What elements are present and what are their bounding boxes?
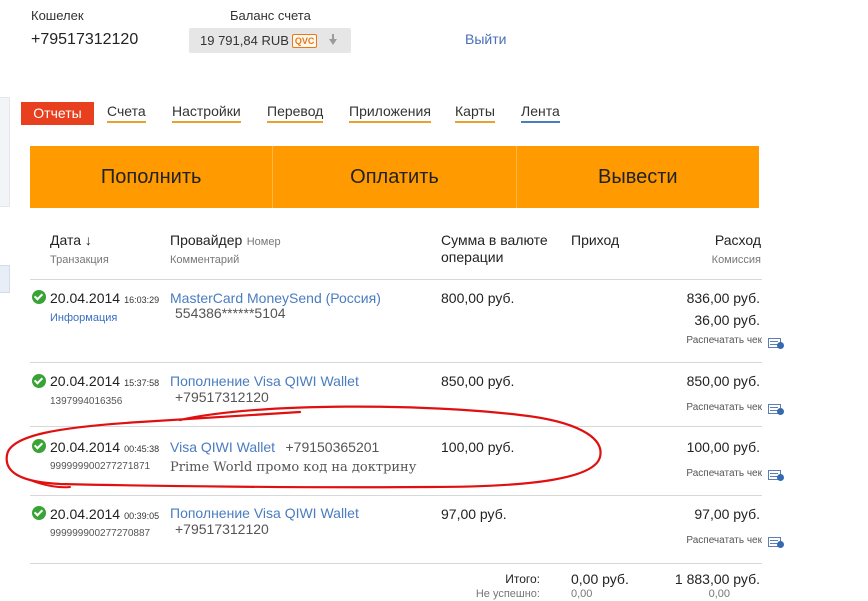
row3-provider-line: Visa QIWI Wallet +79150365201 xyxy=(170,439,379,457)
row3-amount: 100,00 руб. xyxy=(441,439,515,455)
col-date-header[interactable]: Дата ↓ xyxy=(50,232,92,248)
row1-expense: 836,00 руб. xyxy=(686,290,760,306)
total-expense: 1 883,00 руб. xyxy=(674,571,760,587)
print-receipt-icon[interactable] xyxy=(768,335,784,349)
row2-tx-id: 1397994016356 xyxy=(50,396,123,407)
row1-print-link[interactable]: Распечатать чек xyxy=(640,335,762,346)
arrow-down-icon[interactable] xyxy=(329,33,338,45)
row3-provider[interactable]: Visa QIWI Wallet xyxy=(170,439,275,455)
row4-expense: 97,00 руб. xyxy=(694,506,760,522)
totals-label: Итого: xyxy=(505,572,540,586)
failed-label: Не успешно: xyxy=(475,588,540,600)
row4-provider[interactable]: Пополнение Visa QIWI Wallet xyxy=(170,505,359,521)
row2-amount: 850,00 руб. xyxy=(441,373,515,389)
row4-print-link[interactable]: Распечатать чек xyxy=(640,535,762,546)
row3-comment: Prime World промо код на доктрину xyxy=(170,460,417,475)
col-amount-header: Сумма в валюте операции xyxy=(441,232,548,265)
row1-commission: 36,00 руб. xyxy=(694,312,760,328)
col-expense-header: Расход xyxy=(714,232,761,248)
row1-info-link[interactable]: Информация xyxy=(50,312,117,324)
failed-expense: 0,00 xyxy=(708,588,730,600)
row4-comment: +79517312120 xyxy=(175,521,269,537)
row4-amount: 97,00 руб. xyxy=(441,506,507,522)
pay-button[interactable]: Оплатить xyxy=(272,146,515,208)
number-label: Номер xyxy=(246,236,281,248)
divider xyxy=(30,495,762,496)
wallet-number: +79517312120 xyxy=(31,31,139,48)
row2-print-link[interactable]: Распечатать чек xyxy=(640,402,762,413)
qvc-badge: QVC xyxy=(291,33,318,48)
action-bar: Пополнить Оплатить Вывести xyxy=(30,146,759,208)
print-receipt-icon[interactable] xyxy=(768,401,784,415)
row2-expense: 850,00 руб. xyxy=(686,373,760,389)
print-receipt-icon[interactable] xyxy=(768,534,784,548)
success-check-icon xyxy=(32,439,46,453)
col-provider-header: Провайдер Номер xyxy=(170,232,281,250)
print-receipt-icon[interactable] xyxy=(768,467,784,481)
failed-income: 0,00 xyxy=(571,588,593,600)
divider xyxy=(30,426,762,427)
side-tab-edge[interactable] xyxy=(0,265,10,293)
row4-tx-id: 999999900277270887 xyxy=(50,528,151,539)
row1-date: 20.04.2014 16:03:29 xyxy=(50,290,160,306)
col-commission-subheader: Комиссия xyxy=(711,254,761,266)
provider-label: Провайдер xyxy=(170,232,243,248)
row4-date: 20.04.2014 00:39:05 xyxy=(50,506,160,522)
divider xyxy=(30,362,762,363)
col-comment-subheader: Комментарий xyxy=(170,254,240,266)
side-panel-edge xyxy=(0,97,10,207)
row2-comment: +79517312120 xyxy=(175,389,269,405)
withdraw-button[interactable]: Вывести xyxy=(515,146,759,208)
row3-tx-id: 999999900277271871 xyxy=(50,461,151,472)
row1-comment: 554386******5104 xyxy=(175,305,286,321)
topup-button[interactable]: Пополнить xyxy=(30,146,272,208)
divider xyxy=(30,279,762,280)
tab-reports[interactable]: Отчеты xyxy=(21,102,94,125)
row1-provider[interactable]: MasterCard MoneySend (Россия) xyxy=(170,290,381,306)
success-check-icon xyxy=(32,374,46,388)
row2-provider[interactable]: Пополнение Visa QIWI Wallet xyxy=(170,373,359,389)
balance-label: Баланс счета xyxy=(230,8,311,23)
row3-date: 20.04.2014 00:45:38 xyxy=(50,439,160,455)
logout-link[interactable]: Выйти xyxy=(465,31,506,47)
tab-apps[interactable]: Приложения xyxy=(349,103,431,123)
row3-number: +79150365201 xyxy=(285,439,380,455)
row2-date: 20.04.2014 15:37:58 xyxy=(50,373,160,389)
divider xyxy=(30,563,762,564)
success-check-icon xyxy=(32,290,46,304)
row3-expense: 100,00 руб. xyxy=(686,439,760,455)
tab-cards[interactable]: Карты xyxy=(455,103,495,123)
row1-amount: 800,00 руб. xyxy=(441,290,515,306)
row3-print-link[interactable]: Распечатать чек xyxy=(640,468,762,479)
tab-accounts[interactable]: Счета xyxy=(107,103,146,123)
col-tx-subheader: Транзакция xyxy=(50,254,109,266)
col-income-header: Приход xyxy=(571,232,620,248)
tab-transfer[interactable]: Перевод xyxy=(267,103,324,123)
balance-value: 19 791,84 RUB xyxy=(200,33,289,48)
tab-feed[interactable]: Лента xyxy=(521,103,560,123)
tab-settings[interactable]: Настройки xyxy=(172,103,241,123)
total-income: 0,00 руб. xyxy=(571,571,629,587)
wallet-label: Кошелек xyxy=(31,8,84,23)
balance-box[interactable]: 19 791,84 RUB QVC xyxy=(189,28,351,53)
success-check-icon xyxy=(32,506,46,520)
